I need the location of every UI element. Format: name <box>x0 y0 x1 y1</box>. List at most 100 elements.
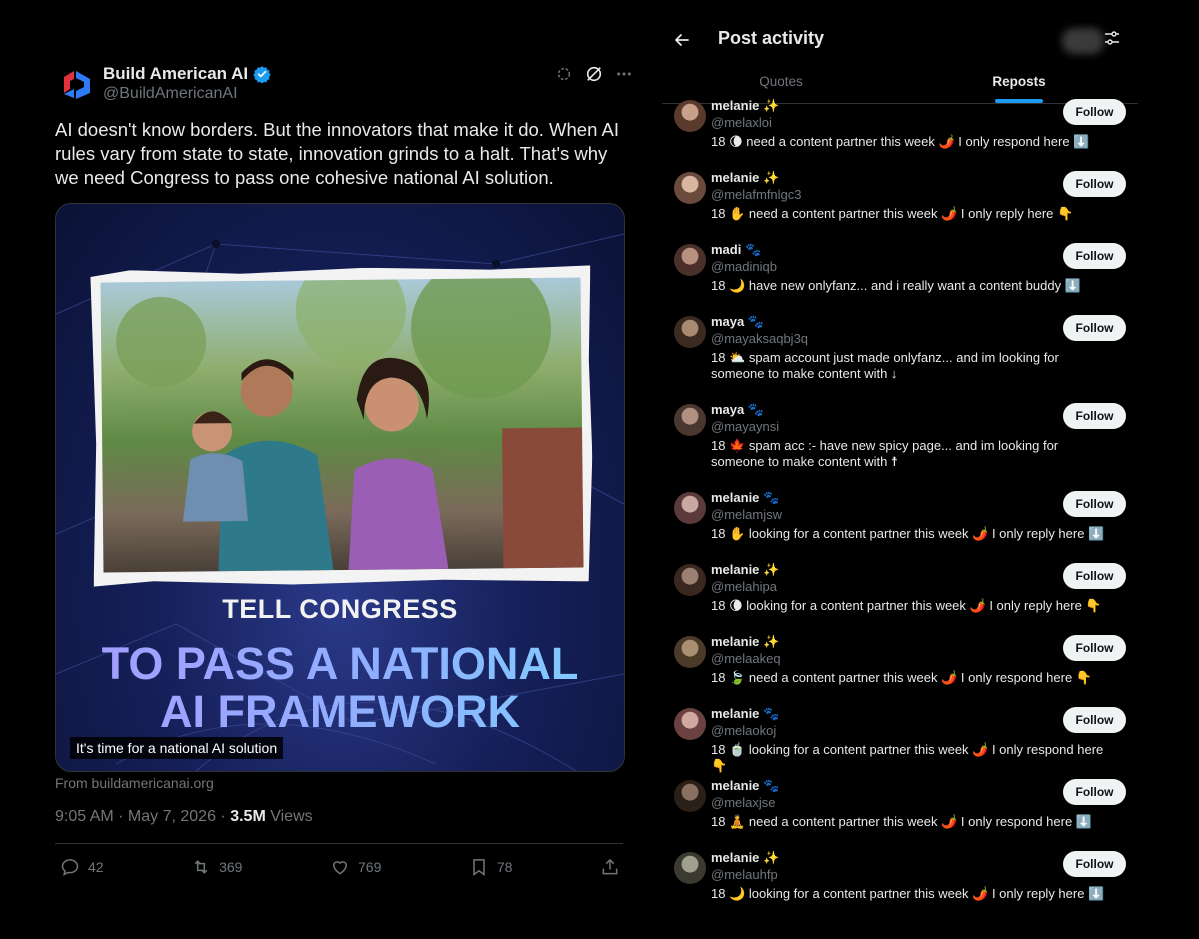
user-name[interactable]: maya 🐾 <box>711 402 764 418</box>
post-timestamp[interactable]: 9:05 AM · May 7, 2026 · <box>55 808 230 825</box>
follow-button[interactable]: Follow <box>1063 491 1126 517</box>
author-handle[interactable]: @BuildAmericanAI <box>103 85 238 103</box>
repost-button[interactable]: 369 <box>191 857 242 877</box>
filter-settings-icon[interactable] <box>1104 30 1120 46</box>
post-activity-panel: Post activity Quotes Reposts melanie ✨ @m… <box>662 22 1138 939</box>
views-count: 3.5M <box>230 808 266 825</box>
heart-icon <box>332 861 348 875</box>
user-bio: 18 🌘 looking for a content partner this … <box>711 598 1102 613</box>
media-title-line-2: TO PASS A NATIONAL <box>101 638 579 689</box>
post-top-actions <box>555 65 633 83</box>
follow-button[interactable]: Follow <box>1063 563 1126 589</box>
follow-button[interactable]: Follow <box>1063 707 1126 733</box>
panel-header: Post activity <box>662 22 1138 66</box>
grok-icon[interactable] <box>555 65 573 83</box>
user-bio: 18 🍵 looking for a content partner this … <box>711 742 1104 773</box>
follow-button[interactable]: Follow <box>1063 635 1126 661</box>
user-name[interactable]: madi 🐾 <box>711 242 761 258</box>
user-name[interactable]: maya 🐾 <box>711 314 764 330</box>
user-name[interactable]: melanie 🐾 <box>711 706 779 722</box>
list-item[interactable]: melanie ✨ @melaakeq 18 🍃 need a content pa… <box>662 630 1138 702</box>
user-name[interactable]: melanie 🐾 <box>711 778 779 794</box>
divider <box>55 843 623 844</box>
user-bio: 18 🍃 need a content partner this week 🌶️… <box>711 670 1092 685</box>
user-handle: @melahipa <box>711 579 777 594</box>
bookmark-icon <box>473 859 485 876</box>
post-media[interactable]: TELL CONGRESS TO PASS A NATIONAL AI FRAM… <box>55 203 625 772</box>
follow-button[interactable]: Follow <box>1063 243 1126 269</box>
family-photo <box>100 277 583 572</box>
follow-button[interactable]: Follow <box>1063 99 1126 125</box>
reply-button[interactable]: 42 <box>60 857 104 877</box>
user-bio: 18 🌘 need a content partner this week 🌶️… <box>711 134 1090 149</box>
list-item[interactable]: madi 🐾 @madiniqb 18 🌙 have new onlyfanz...… <box>662 238 1138 310</box>
avatar[interactable] <box>674 316 706 348</box>
user-handle: @mayaynsi <box>711 419 780 434</box>
follow-button[interactable]: Follow <box>1063 171 1126 197</box>
bookmark-button[interactable]: 78 <box>469 857 512 877</box>
list-item[interactable]: melanie ✨ @melaxloi 18 🌘 need a content pa… <box>662 94 1138 166</box>
list-item[interactable]: melanie 🐾 @melaxjse 18 🧘 need a content pa… <box>662 774 1138 846</box>
avatar[interactable] <box>674 492 706 524</box>
follow-button[interactable]: Follow <box>1063 779 1126 805</box>
list-item[interactable]: melanie 🐾 @melamjsw 18 ✋ looking for a con… <box>662 486 1138 558</box>
verified-badge-icon <box>253 66 271 83</box>
avatar[interactable] <box>674 100 706 132</box>
list-item[interactable]: melanie 🐾 @melaokoj 18 🍵 looking for a con… <box>662 702 1138 774</box>
grok-slash-icon[interactable] <box>585 65 603 83</box>
avatar[interactable] <box>674 708 706 740</box>
avatar[interactable] <box>674 564 706 596</box>
avatar[interactable] <box>674 780 706 812</box>
share-icon <box>602 858 618 875</box>
user-bio: 18 ✋ need a content partner this week 🌶️… <box>711 206 1074 221</box>
avatar[interactable] <box>674 244 706 276</box>
user-name[interactable]: melanie 🐾 <box>711 490 779 506</box>
user-name[interactable]: melanie ✨ <box>711 98 779 114</box>
user-name[interactable]: melanie ✨ <box>711 850 779 866</box>
list-item[interactable]: melanie ✨ @melahipa 18 🌘 looking for a con… <box>662 558 1138 630</box>
user-handle: @melaokoj <box>711 723 777 738</box>
user-handle: @melauhfp <box>711 867 778 882</box>
avatar[interactable] <box>674 404 706 436</box>
list-item[interactable]: maya 🐾 @mayaynsi 18 🍁 spam acc :- have new… <box>662 398 1138 470</box>
like-button[interactable]: 769 <box>330 857 381 877</box>
avatar[interactable] <box>674 852 706 884</box>
user-name[interactable]: melanie ✨ <box>711 634 779 650</box>
user-handle: @melafmfnlgc3 <box>711 187 802 202</box>
user-handle: @madiniqb <box>711 259 777 274</box>
avatar[interactable] <box>674 172 706 204</box>
source-link[interactable]: From buildamericanai.org <box>55 775 214 791</box>
user-bio: 18 ✋ looking for a content partner this … <box>711 526 1105 541</box>
post-meta: 9:05 AM · May 7, 2026 · 3.5M Views <box>55 808 313 826</box>
media-caption: It's time for a national AI solution <box>70 737 284 759</box>
post-text: AI doesn't know borders. But the innovat… <box>55 119 619 188</box>
avatar[interactable] <box>674 636 706 668</box>
media-title-line-3: AI FRAMEWORK <box>160 686 520 737</box>
reply-icon <box>61 859 79 876</box>
back-arrow-icon[interactable] <box>672 30 692 50</box>
post: Build American AI @BuildAmericanAI AI do… <box>0 0 650 939</box>
panel-title: Post activity <box>718 28 825 48</box>
repost-icon <box>194 860 208 874</box>
follow-button[interactable]: Follow <box>1063 403 1126 429</box>
list-item[interactable]: maya 🐾 @mayaksaqbj3q 18 ⛅ spam account jus… <box>662 310 1138 382</box>
follow-button[interactable]: Follow <box>1063 851 1126 877</box>
list-item[interactable]: melanie ✨ @melafmfnlgc3 18 ✋ need a conten… <box>662 166 1138 238</box>
more-options-icon[interactable] <box>615 65 633 83</box>
user-handle: @melaxloi <box>711 115 772 130</box>
views-label: Views <box>270 808 313 825</box>
user-bio: 18 🌙 have new onlyfanz... and i really w… <box>711 278 1081 293</box>
follow-button[interactable]: Follow <box>1063 315 1126 341</box>
user-bio: 18 ⛅ spam account just made onlyfanz... … <box>711 350 1059 381</box>
user-name[interactable]: melanie ✨ <box>711 170 779 186</box>
user-name[interactable]: melanie ✨ <box>711 562 779 578</box>
user-bio: 18 🍁 spam acc :- have new spicy page... … <box>711 438 1059 469</box>
build-american-ai-logo-icon[interactable] <box>60 67 94 101</box>
user-handle: @mayaksaqbj3q <box>711 331 809 346</box>
share-button[interactable] <box>600 857 620 877</box>
media-title-headline: TO PASS A NATIONAL AI FRAMEWORK <box>56 640 624 736</box>
author-name[interactable]: Build American AI <box>103 64 271 84</box>
media-title-line-1: TELL CONGRESS <box>222 594 458 624</box>
list-item[interactable]: melanie ✨ @melauhfp 18 🌙 looking for a con… <box>662 846 1138 918</box>
engagement-bar: 42 369 769 78 <box>60 857 620 877</box>
